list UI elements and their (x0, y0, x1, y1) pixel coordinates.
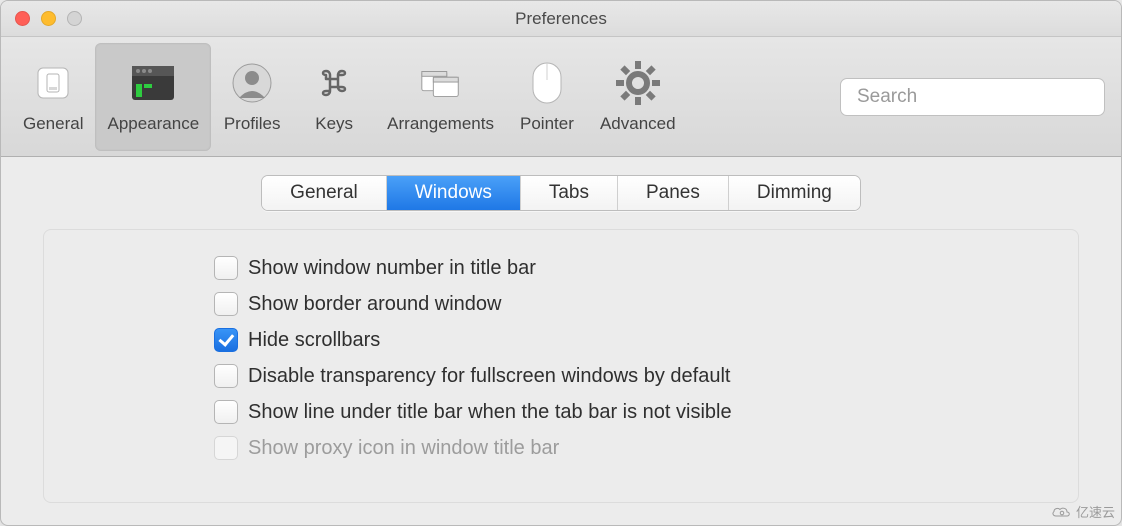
checkbox[interactable] (214, 328, 238, 352)
toolbar-item-pointer[interactable]: Pointer (506, 43, 588, 151)
option-label: Show line under title bar when the tab b… (248, 401, 732, 424)
search-input[interactable] (857, 86, 1102, 108)
toolbar-label: Pointer (520, 114, 574, 134)
window-title: Preferences (1, 9, 1121, 29)
checkbox (214, 436, 238, 460)
tab-windows[interactable]: Windows (387, 176, 521, 210)
titlebar: Preferences (1, 1, 1121, 37)
checkbox[interactable] (214, 364, 238, 388)
tab-dimming[interactable]: Dimming (729, 176, 860, 210)
watermark: 亿速云 (1050, 502, 1115, 521)
watermark-text: 亿速云 (1076, 502, 1115, 521)
options-group: Show window number in title bar Show bor… (43, 229, 1079, 503)
option-label: Show border around window (248, 293, 502, 316)
checkbox[interactable] (214, 400, 238, 424)
close-icon[interactable] (15, 11, 30, 26)
option-show-proxy-icon: Show proxy icon in window title bar (214, 436, 1078, 460)
general-icon (30, 60, 76, 106)
search-container (840, 78, 1105, 116)
toolbar-item-general[interactable]: General (11, 43, 95, 151)
checkbox[interactable] (214, 256, 238, 280)
cloud-icon (1050, 505, 1072, 519)
toolbar-item-profiles[interactable]: Profiles (211, 43, 293, 151)
option-show-border[interactable]: Show border around window (214, 292, 1078, 316)
toolbar-label: Advanced (600, 114, 676, 134)
checkbox[interactable] (214, 292, 238, 316)
toolbar-label: Appearance (107, 114, 199, 134)
toolbar-label: General (23, 114, 83, 134)
option-label: Disable transparency for fullscreen wind… (248, 365, 730, 388)
option-label: Show proxy icon in window title bar (248, 437, 559, 460)
tab-panes[interactable]: Panes (618, 176, 729, 210)
minimize-icon[interactable] (41, 11, 56, 26)
toolbar-item-appearance[interactable]: Appearance (95, 43, 211, 151)
pointer-icon (524, 60, 570, 106)
zoom-icon (67, 11, 82, 26)
appearance-icon (130, 60, 176, 106)
option-show-line-under-titlebar[interactable]: Show line under title bar when the tab b… (214, 400, 1078, 424)
option-label: Hide scrollbars (248, 329, 380, 352)
option-label: Show window number in title bar (248, 257, 536, 280)
profiles-icon (229, 60, 275, 106)
toolbar-label: Profiles (224, 114, 281, 134)
gear-icon (615, 60, 661, 106)
tab-tabs[interactable]: Tabs (521, 176, 618, 210)
keys-icon (311, 60, 357, 106)
content-area: General Windows Tabs Panes Dimming Show … (1, 157, 1121, 503)
toolbar-item-arrangements[interactable]: Arrangements (375, 43, 506, 151)
window-controls (15, 11, 82, 26)
toolbar: General Appearance (1, 37, 1121, 157)
toolbar-label: Arrangements (387, 114, 494, 134)
tab-bar: General Windows Tabs Panes Dimming (261, 175, 861, 211)
toolbar-item-keys[interactable]: Keys (293, 43, 375, 151)
tab-general[interactable]: General (262, 176, 387, 210)
option-show-window-number[interactable]: Show window number in title bar (214, 256, 1078, 280)
arrangements-icon (418, 60, 464, 106)
option-hide-scrollbars[interactable]: Hide scrollbars (214, 328, 1078, 352)
toolbar-label: Keys (315, 114, 353, 134)
preferences-window: Preferences General (0, 0, 1122, 526)
option-disable-transparency[interactable]: Disable transparency for fullscreen wind… (214, 364, 1078, 388)
toolbar-item-advanced[interactable]: Advanced (588, 43, 688, 151)
search-field[interactable] (840, 78, 1105, 116)
